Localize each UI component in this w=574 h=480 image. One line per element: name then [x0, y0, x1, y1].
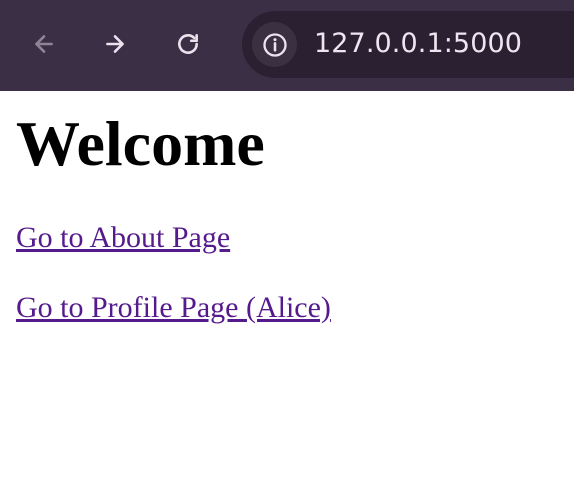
about-page-link[interactable]: Go to About Page [16, 221, 230, 254]
page-content: Welcome Go to About Page Go to Profile P… [0, 91, 574, 327]
info-icon [262, 32, 287, 57]
url-text[interactable]: 127.0.0.1:5000 [314, 27, 522, 61]
arrow-right-icon [106, 35, 124, 53]
back-button[interactable] [22, 22, 66, 66]
page-title: Welcome [16, 108, 265, 179]
address-bar[interactable]: 127.0.0.1:5000 [242, 11, 574, 78]
forward-button[interactable] [93, 22, 137, 66]
site-info-button[interactable] [252, 22, 297, 67]
about-link-item: Go to About Page [16, 219, 558, 257]
reload-icon [178, 34, 198, 54]
reload-button[interactable] [166, 22, 210, 66]
arrow-left-icon [35, 35, 53, 53]
profile-link-item: Go to Profile Page (Alice) [16, 289, 558, 327]
page-links: Go to About Page Go to Profile Page (Ali… [16, 219, 558, 327]
profile-page-link[interactable]: Go to Profile Page (Alice) [16, 291, 331, 324]
browser-toolbar: 127.0.0.1:5000 [0, 0, 574, 91]
